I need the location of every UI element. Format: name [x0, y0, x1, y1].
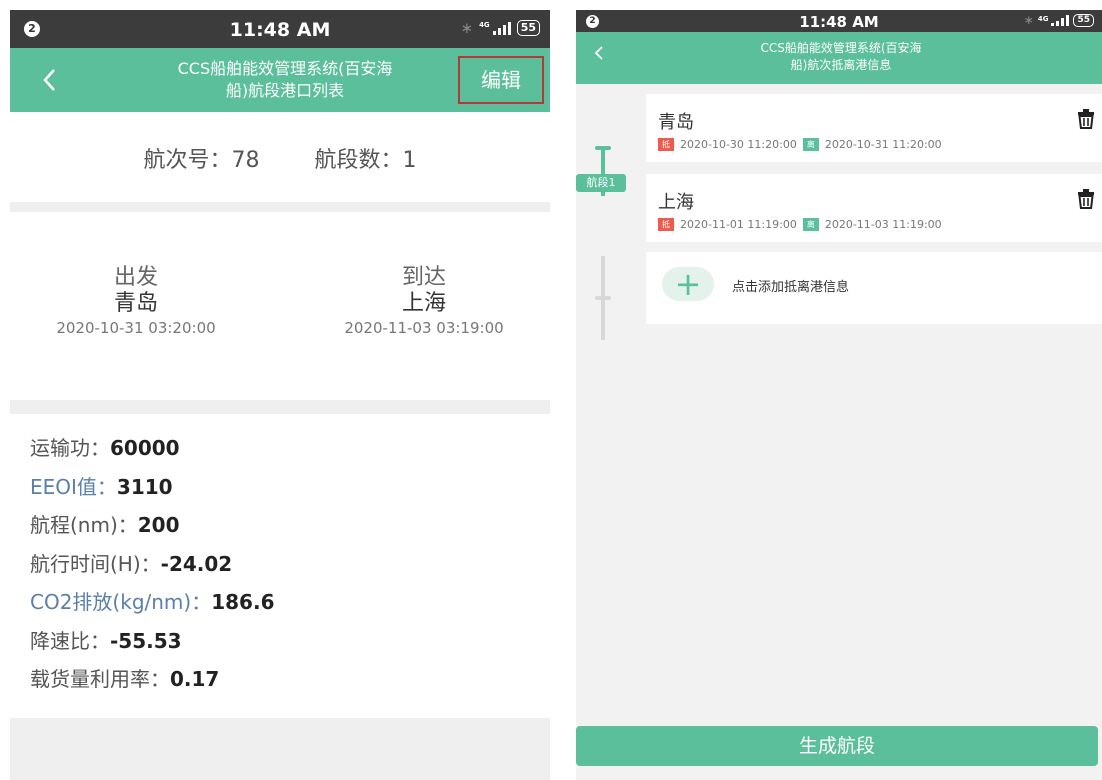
- stat-value: 186.6: [211, 590, 275, 614]
- system-icons: ∗ 4G 55: [460, 19, 540, 37]
- voyage-no-label: 航次号：: [143, 148, 232, 173]
- arrival-time: 2020-11-03 03:19:00: [344, 319, 504, 337]
- bottom-spacer: [10, 718, 550, 780]
- signal-icon: 4G: [479, 21, 511, 35]
- port-dates: 抵 2020-10-30 11:20:00 离 2020-10-31 11:20…: [658, 138, 942, 151]
- arrive-time: 2020-10-30 11:20:00: [680, 138, 797, 151]
- trash-icon[interactable]: [1076, 188, 1096, 210]
- arrival-label: 到达: [401, 265, 446, 290]
- generate-segment-button[interactable]: 生成航段: [576, 726, 1098, 766]
- add-port-button[interactable]: + 点击添加抵离港信息: [646, 252, 1102, 324]
- edit-button[interactable]: 编辑: [458, 56, 544, 104]
- depart-tag: 离: [802, 138, 819, 151]
- stat-row: 降速比：-55.53: [30, 625, 550, 664]
- stat-label: 载货量利用率：: [30, 667, 170, 691]
- arrive-tag: 抵: [658, 218, 674, 231]
- departure-time: 2020-10-31 03:20:00: [56, 319, 216, 337]
- stat-value: -24.02: [160, 551, 233, 576]
- stat-value: 3110: [116, 474, 173, 499]
- plus-icon: +: [662, 267, 714, 301]
- network-type: 4G: [479, 21, 490, 29]
- arrive-time: 2020-11-01 11:19:00: [680, 218, 797, 231]
- system-icons: ∗ 4G 55: [1024, 13, 1094, 27]
- port-card[interactable]: 青岛 抵 2020-10-30 11:20:00 离 2020-10-31 11…: [646, 94, 1102, 162]
- segment-count-value: 1: [402, 148, 417, 173]
- stat-label: CO2排放(kg/nm)：: [30, 590, 212, 614]
- port-info-screen: 2 11:48 AM ∗ 4G 55 CCS船舶能效管理系统(百安海 船)航次抵…: [576, 10, 1102, 780]
- segment-stats: 运输功：60000 EEOI值：3110 航程(nm)：200 航行时间(H)：…: [30, 432, 550, 702]
- arrival-city: 上海: [401, 291, 446, 316]
- port-card[interactable]: 上海 抵 2020-11-01 11:19:00 离 2020-11-03 11…: [646, 174, 1102, 242]
- page-title-line2: 船)航段港口列表: [225, 81, 345, 101]
- network-type: 4G: [1037, 14, 1049, 23]
- arrive-tag: 抵: [658, 138, 674, 151]
- status-bar: 2 11:48 AM ∗ 4G 55: [10, 10, 550, 48]
- arrival-info: 到达 上海 2020-11-03 03:19:00: [304, 265, 544, 337]
- stat-row: 航行时间(H)：-24.02: [30, 548, 550, 587]
- stat-value: -55.53: [110, 628, 182, 653]
- battery-icon: 55: [516, 20, 540, 36]
- nav-bar: CCS船舶能效管理系统(百安海 船)航段港口列表 编辑: [10, 48, 550, 112]
- back-arrow-icon[interactable]: [40, 66, 60, 94]
- voyage-no-value: 78: [231, 148, 260, 173]
- back-arrow-icon[interactable]: [592, 44, 606, 62]
- segment-count-label: 航段数：: [314, 148, 403, 173]
- voyage-summary: 航次号：78 航段数：1: [10, 112, 550, 202]
- stat-value: 60000: [110, 436, 180, 460]
- stat-label: 运输功：: [30, 436, 110, 460]
- stat-row: 航程(nm)：200: [30, 509, 550, 548]
- page-title: CCS船舶能效管理系统(百安海 船)航次抵离港信息: [706, 40, 976, 75]
- stat-label: 航程(nm)：: [30, 513, 138, 537]
- bluetooth-icon: ∗: [1023, 13, 1034, 27]
- port-name: 上海: [658, 192, 694, 213]
- signal-icon: 4G: [1037, 14, 1070, 26]
- departure-city: 青岛: [113, 291, 158, 316]
- route-card[interactable]: 出发 青岛 2020-10-31 03:20:00 到达 上海 2020-11-…: [10, 210, 550, 400]
- nav-bar: CCS船舶能效管理系统(百安海 船)航次抵离港信息: [576, 32, 1102, 84]
- stat-row: CO2排放(kg/nm)：186.6: [30, 586, 550, 625]
- divider: [10, 400, 550, 414]
- stat-value: 0.17: [170, 667, 220, 691]
- timeline-cap: [595, 296, 611, 300]
- port-dates: 抵 2020-11-01 11:19:00 离 2020-11-03 11:19…: [658, 218, 942, 231]
- segment-label: 航段1: [576, 174, 626, 192]
- battery-icon: 55: [1073, 13, 1094, 27]
- page-title-line1: CCS船舶能效管理系统(百安海: [177, 59, 393, 78]
- port-name: 青岛: [658, 112, 694, 133]
- departure-label: 出发: [113, 265, 158, 290]
- page-title-line1: CCS船舶能效管理系统(百安海: [760, 41, 922, 55]
- voyage-segment-list-screen: 2 11:48 AM ∗ 4G 55 CCS船舶能效管理系统(百安海 船)航段港…: [10, 10, 550, 780]
- page-title-line2: 船)航次抵离港信息: [790, 58, 892, 73]
- page-title: CCS船舶能效管理系统(百安海 船)航段港口列表: [150, 58, 420, 103]
- depart-time: 2020-10-31 11:20:00: [824, 138, 942, 151]
- departure-info: 出发 青岛 2020-10-31 03:20:00: [16, 265, 256, 337]
- segment-timeline: 航段1: [576, 130, 626, 340]
- stat-row: EEOI值：3110: [30, 471, 550, 510]
- stat-row: 载货量利用率：0.17: [30, 663, 550, 702]
- status-bar: 2 11:48 AM ∗ 4G 55: [576, 10, 1102, 32]
- bluetooth-icon: ∗: [460, 19, 474, 37]
- stat-label: 航行时间(H)：: [30, 551, 161, 576]
- stat-value: 200: [137, 513, 180, 537]
- stat-label: EEOI值：: [30, 474, 117, 499]
- depart-time: 2020-11-03 11:19:00: [824, 218, 942, 231]
- add-port-text: 点击添加抵离港信息: [732, 280, 850, 295]
- stat-row: 运输功：60000: [30, 432, 550, 471]
- stat-label: 降速比：: [30, 628, 110, 653]
- trash-icon[interactable]: [1076, 108, 1096, 130]
- depart-tag: 离: [802, 218, 819, 231]
